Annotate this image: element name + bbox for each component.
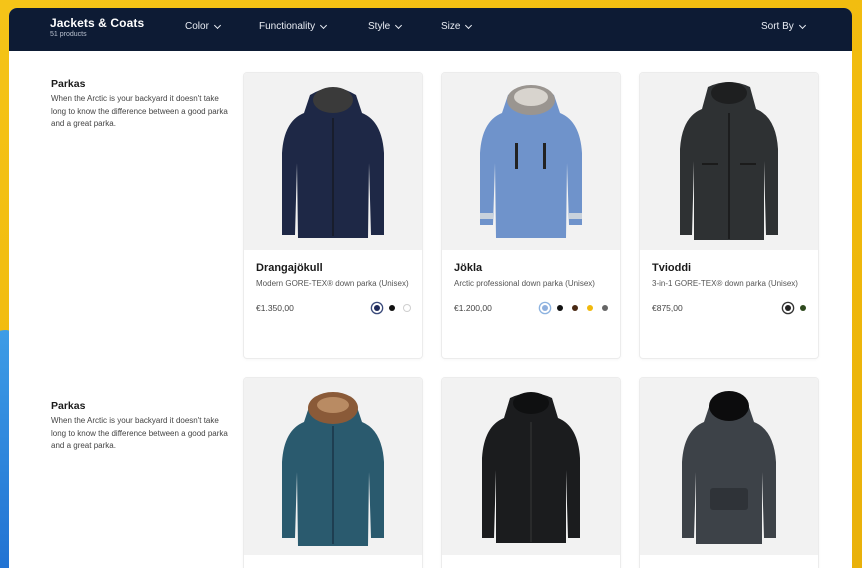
parka-image [680,82,778,240]
product-count: 51 products [50,31,87,38]
color-swatches [374,305,410,311]
product-description: Modern GORE-TEX® down parka (Unisex) [256,279,409,288]
chevron-down-icon [465,21,473,29]
product-image[interactable] [442,73,620,250]
color-swatch-brown[interactable] [572,305,578,311]
color-swatch-navy[interactable] [374,305,380,311]
filter-size[interactable]: Size [441,21,473,32]
product-image[interactable] [442,378,620,555]
sort-label: Sort By [761,21,794,32]
product-description: Arctic professional down parka (Unisex) [454,279,595,288]
product-description: 3-in-1 GORE-TEX® down parka (Unisex) [652,279,798,288]
section-title: Parkas [51,400,86,412]
category-title: Jackets & Coats [50,16,145,30]
product-price: €1.200,00 [454,303,492,313]
color-swatch-grey[interactable] [602,305,608,311]
parka-image [682,391,776,544]
color-swatch-black[interactable] [785,305,791,311]
color-swatch-green[interactable] [800,305,806,311]
section-description: When the Arctic is your backyard it does… [51,94,228,128]
product-card[interactable]: Drangajökull Modern GORE-TEX® down parka… [244,73,422,358]
product-card[interactable]: Jökla Arctic professional down parka (Un… [442,73,620,358]
chevron-down-icon [213,21,221,29]
section-title: Parkas [51,78,86,90]
color-swatches [542,305,608,311]
section-intro: Parkas When the Arctic is your backyard … [51,78,231,131]
shop-window: Jackets & Coats 51 products Color Functi… [9,8,852,568]
filter-label: Functionality [259,21,316,32]
filter-label: Style [368,21,391,32]
filter-label: Color [185,21,209,32]
parka-image [480,85,582,238]
product-image[interactable] [640,73,818,250]
filter-color[interactable]: Color [185,21,221,32]
product-price: €1.350,00 [256,303,294,313]
filter-bar: Jackets & Coats 51 products Color Functi… [9,8,852,51]
color-swatch-yellow[interactable] [587,305,593,311]
section-intro: Parkas When the Arctic is your backyard … [51,400,231,453]
product-card[interactable] [640,378,818,568]
chevron-down-icon [320,21,328,29]
product-card[interactable]: Tvioddi 3-in-1 GORE-TEX® down parka (Uni… [640,73,818,358]
product-card[interactable] [244,378,422,568]
color-swatch-black[interactable] [389,305,395,311]
parka-image [282,87,384,238]
product-card[interactable] [442,378,620,568]
chevron-down-icon [798,21,806,29]
product-name[interactable]: Tvioddi [652,262,806,274]
parka-image [282,392,384,546]
filter-functionality[interactable]: Functionality [259,21,328,32]
section-description: When the Arctic is your backyard it does… [51,416,228,450]
color-swatches [785,305,806,311]
color-swatch-light-blue[interactable] [542,305,548,311]
parka-image [482,392,580,543]
category-heading: Jackets & Coats 51 products [50,16,144,38]
product-image[interactable] [640,378,818,555]
chevron-down-icon [395,21,403,29]
product-name[interactable]: Jökla [454,262,608,274]
sort-by-dropdown[interactable]: Sort By [761,21,806,32]
filter-label: Size [441,21,461,32]
color-swatch-white[interactable] [404,305,410,311]
product-image[interactable] [244,378,422,555]
product-price: €875,00 [652,303,683,313]
filter-style[interactable]: Style [368,21,403,32]
color-swatch-black[interactable] [557,305,563,311]
product-name[interactable]: Drangajökull [256,262,410,274]
product-image[interactable] [244,73,422,250]
